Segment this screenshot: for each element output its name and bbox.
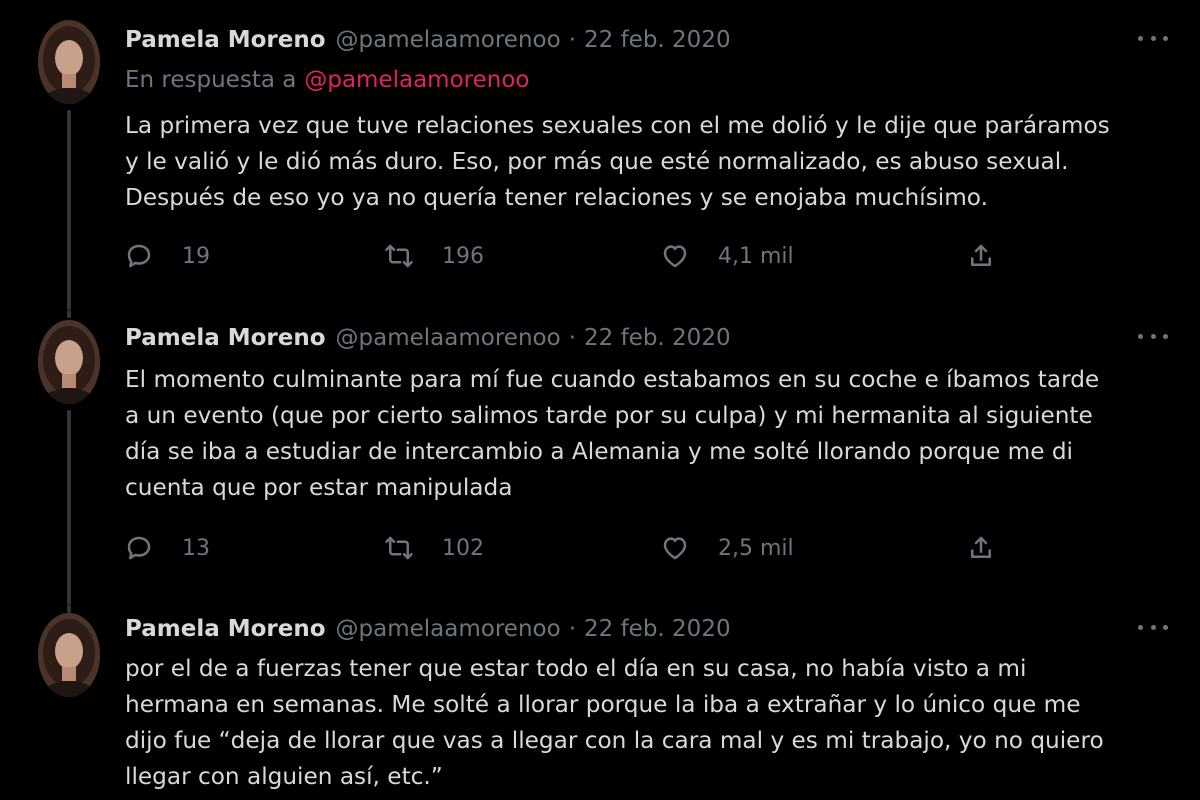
like-button[interactable]: 4,1 mil — [660, 236, 794, 276]
reply-button[interactable]: 13 — [124, 528, 210, 568]
tweet-text-line: El momento culminante para mí fue cuando… — [125, 366, 1100, 393]
author-handle[interactable]: @pamelaamorenoo — [336, 27, 561, 53]
retweet-count: 102 — [442, 535, 484, 561]
tweet-text-line: por el de a fuerzas tener que estar todo… — [125, 655, 1027, 682]
tweet-text-line: La primera vez que tuve relaciones sexua… — [125, 112, 1110, 139]
tweet-text-line: día se iba a estudiar de intercambio a A… — [125, 438, 1073, 465]
retweet-button[interactable]: 196 — [384, 236, 484, 276]
share-button[interactable] — [966, 528, 996, 568]
tweet-text: El momento culminante para mí fue cuando… — [125, 362, 1185, 506]
retweet-icon — [385, 536, 413, 560]
tweet[interactable]: Pamela Moreno @pamelaamorenoo · 22 feb. 202… — [0, 0, 1200, 310]
avatar[interactable] — [38, 613, 100, 697]
share-icon — [971, 244, 991, 266]
tweet-text-line: y le valió y le dió más duro. Eso, por m… — [125, 148, 1069, 175]
retweet-count: 196 — [442, 243, 484, 269]
reply-count: 19 — [182, 243, 210, 269]
thread-line — [67, 110, 71, 310]
reply-icon — [127, 244, 151, 268]
avatar[interactable] — [38, 320, 100, 404]
thread-line — [67, 410, 71, 605]
avatar-image — [38, 613, 100, 697]
more-icon[interactable] — [1138, 615, 1168, 639]
reply-icon — [127, 536, 151, 560]
tweet-text-line: llegar con alguien así, etc.” — [125, 763, 443, 790]
reply-to-mention[interactable]: @pamelaamorenoo — [304, 67, 529, 93]
tweet-text-line: a un evento (que por cierto salimos tard… — [125, 402, 1093, 429]
author-handle[interactable]: @pamelaamorenoo — [336, 616, 561, 642]
tweet-text-line: cuenta que por estar manipulada — [125, 474, 513, 501]
tweet-text: La primera vez que tuve relaciones sexua… — [125, 108, 1185, 216]
tweet-date[interactable]: 22 feb. 2020 — [584, 616, 731, 642]
retweet-icon — [385, 244, 413, 268]
like-count: 2,5 mil — [718, 535, 794, 561]
tweet-actions: 19 196 4,1 mil — [0, 236, 1200, 276]
tweet[interactable]: Pamela Moreno @pamelaamorenoo · 22 feb. 202… — [0, 310, 1200, 605]
author-name[interactable]: Pamela Moreno — [125, 325, 326, 351]
reply-button[interactable]: 19 — [124, 236, 210, 276]
tweet-text-line: dijo fue “deja de llorar que vas a llega… — [125, 727, 1104, 754]
like-count: 4,1 mil — [718, 243, 794, 269]
retweet-button[interactable]: 102 — [384, 528, 484, 568]
more-icon[interactable] — [1138, 324, 1168, 348]
thread-line — [67, 605, 71, 613]
tweet-header: Pamela Moreno @pamelaamorenoo · 22 feb. 202… — [125, 22, 731, 58]
separator: · — [568, 325, 576, 351]
tweet-text-line: hermana en semanas. Me solté a llorar po… — [125, 691, 1081, 718]
tweet-date[interactable]: 22 feb. 2020 — [584, 325, 731, 351]
separator: · — [568, 616, 576, 642]
thread-line — [67, 310, 71, 318]
author-handle[interactable]: @pamelaamorenoo — [336, 325, 561, 351]
tweet-actions: 13 102 2,5 mil — [0, 528, 1200, 568]
tweet-header: Pamela Moreno @pamelaamorenoo · 22 feb. 202… — [125, 320, 731, 356]
like-button[interactable]: 2,5 mil — [660, 528, 794, 568]
timeline: Pamela Moreno @pamelaamorenoo · 22 feb. 202… — [0, 0, 1200, 800]
avatar-image — [38, 20, 100, 104]
reply-to-label: En respuesta a — [125, 67, 297, 93]
avatar-image — [38, 320, 100, 404]
tweet-text: por el de a fuerzas tener que estar todo… — [125, 651, 1185, 795]
author-name[interactable]: Pamela Moreno — [125, 616, 326, 642]
reply-context: En respuesta a @pamelaamorenoo — [125, 62, 529, 98]
share-button[interactable] — [966, 236, 996, 276]
tweet-header: Pamela Moreno @pamelaamorenoo · 22 feb. 202… — [125, 611, 731, 647]
more-icon[interactable] — [1138, 26, 1168, 50]
author-name[interactable]: Pamela Moreno — [125, 27, 326, 53]
tweet[interactable]: Pamela Moreno @pamelaamorenoo · 22 feb. 202… — [0, 605, 1200, 800]
reply-count: 13 — [182, 535, 210, 561]
heart-icon — [663, 245, 687, 268]
share-icon — [971, 536, 991, 558]
separator: · — [568, 27, 576, 53]
avatar[interactable] — [38, 20, 100, 104]
heart-icon — [663, 537, 687, 560]
tweet-text-line: Después de eso yo ya no quería tener rel… — [125, 184, 988, 211]
tweet-date[interactable]: 22 feb. 2020 — [584, 27, 731, 53]
